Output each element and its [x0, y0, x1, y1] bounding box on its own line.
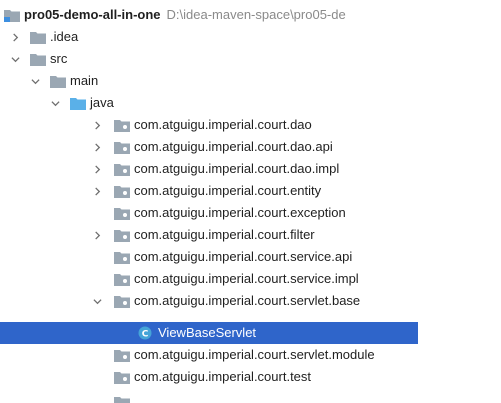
package-icon — [114, 272, 130, 286]
package-label: com.atguigu.imperial.court.test — [134, 369, 312, 384]
chevron-right-icon[interactable] — [90, 228, 104, 242]
tree-row-package[interactable]: com.atguigu.imperial.court.filter — [0, 224, 418, 246]
tree-row-package[interactable]: com.atguigu.imperial.court.servlet.modul… — [0, 344, 418, 366]
tree-label-java: java — [90, 95, 114, 110]
project-path: D:\idea-maven-space\pro05-de — [166, 7, 346, 22]
folder-icon — [30, 52, 46, 66]
module-folder-icon — [4, 8, 20, 22]
tree-row-main[interactable]: main — [0, 70, 418, 92]
chevron-down-icon[interactable] — [48, 96, 62, 110]
tree-row-package[interactable]: com.atguigu.imperial.court.entity — [0, 180, 418, 202]
tree-row-package[interactable]: com.atguigu.imperial.court.exception — [0, 202, 418, 224]
package-icon — [114, 162, 130, 176]
tree-row-class-selected[interactable]: C ViewBaseServlet — [0, 322, 418, 344]
tree-label-main: main — [70, 73, 99, 88]
package-icon — [114, 348, 130, 362]
package-icon — [114, 395, 130, 403]
tree-row-package[interactable]: com.atguigu.imperial.court.test — [0, 366, 418, 388]
chevron-right-icon[interactable] — [90, 162, 104, 176]
package-icon — [114, 118, 130, 132]
package-label: com.atguigu.imperial.court.entity — [134, 183, 322, 198]
svg-text:C: C — [142, 330, 149, 340]
class-icon: C — [138, 326, 154, 340]
tree-row-package[interactable]: com.atguigu.imperial.court.service.api — [0, 246, 418, 268]
chevron-right-icon[interactable] — [90, 118, 104, 132]
folder-icon — [30, 30, 46, 44]
package-icon — [114, 184, 130, 198]
package-label: com.atguigu.imperial.court.dao — [134, 117, 312, 132]
tree-row-java[interactable]: java — [0, 92, 418, 114]
package-icon — [114, 228, 130, 242]
tree-row-project[interactable]: pro05-demo-all-in-one D:\idea-maven-space… — [0, 4, 418, 26]
tree-row-package[interactable]: com.atguigu.imperial.court.dao.impl — [0, 158, 418, 180]
tree-row-src[interactable]: src — [0, 48, 418, 70]
package-icon — [114, 140, 130, 154]
source-folder-icon — [70, 96, 86, 110]
chevron-right-icon[interactable] — [90, 140, 104, 154]
package-icon — [114, 206, 130, 220]
package-label: com.atguigu.imperial.court.servlet.modul… — [134, 347, 375, 362]
tree-row-package[interactable]: com.atguigu.imperial.court.dao.api — [0, 136, 418, 158]
tree-label-idea: .idea — [50, 29, 79, 44]
project-name: pro05-demo-all-in-one — [24, 7, 161, 22]
tree-row-package[interactable]: com.atguigu.imperial.court.service.impl — [0, 268, 418, 290]
package-label: com.atguigu.imperial.court.service.impl — [134, 271, 359, 286]
tree-row-partial — [0, 393, 418, 403]
tree-row-idea[interactable]: .idea — [0, 26, 418, 48]
package-label: com.atguigu.imperial.court.filter — [134, 227, 315, 242]
package-icon — [114, 370, 130, 384]
tree-row-package[interactable]: com.atguigu.imperial.court.dao — [0, 114, 418, 136]
chevron-down-icon[interactable] — [28, 74, 42, 88]
package-label: com.atguigu.imperial.court.dao.api — [134, 139, 333, 154]
package-label: com.atguigu.imperial.court.exception — [134, 205, 346, 220]
chevron-down-icon[interactable] — [90, 294, 104, 308]
tree-label-src: src — [50, 51, 68, 66]
chevron-right-icon[interactable] — [90, 184, 104, 198]
folder-icon — [50, 74, 66, 88]
tree-row-package-expanded[interactable]: com.atguigu.imperial.court.servlet.base — [0, 290, 418, 312]
package-icon — [114, 294, 130, 308]
package-icon — [114, 250, 130, 264]
chevron-down-icon[interactable] — [8, 52, 22, 66]
chevron-right-icon[interactable] — [8, 30, 22, 44]
package-label: com.atguigu.imperial.court.dao.impl — [134, 161, 340, 176]
class-label: ViewBaseServlet — [158, 325, 257, 340]
package-label: com.atguigu.imperial.court.servlet.base — [134, 293, 361, 308]
package-label: com.atguigu.imperial.court.service.api — [134, 249, 353, 264]
project-tree: pro05-demo-all-in-one D:\idea-maven-space… — [0, 0, 501, 403]
